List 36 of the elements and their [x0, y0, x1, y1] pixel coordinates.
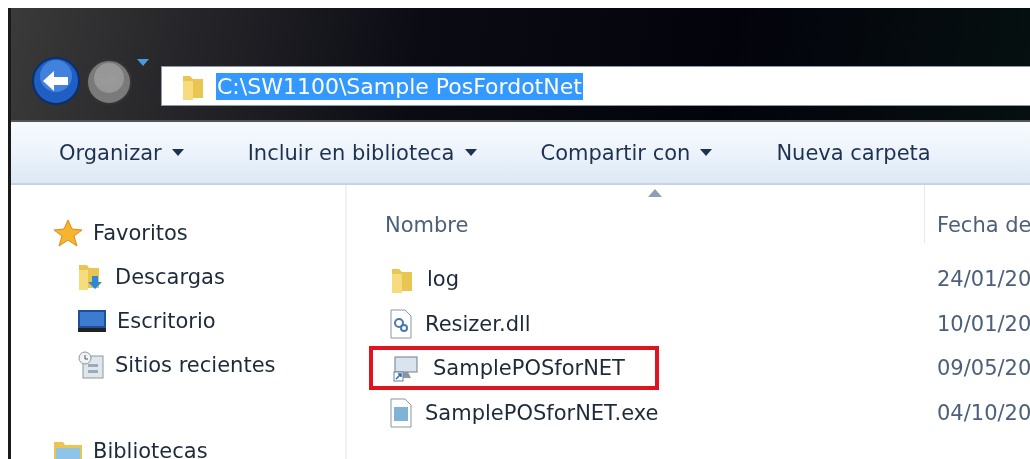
- sidebar-item[interactable]: Descargas: [53, 255, 345, 299]
- history-dropdown-button[interactable]: [137, 58, 149, 66]
- toolbar-button[interactable]: Incluir en biblioteca: [235, 134, 489, 171]
- toolbar-button[interactable]: Nueva carpeta: [764, 134, 943, 171]
- star-icon: [53, 219, 83, 247]
- library-folder-icon: [53, 440, 83, 459]
- column-header[interactable]: Fecha de: [925, 185, 1030, 243]
- sidebar-group[interactable]: Bibliotecas: [53, 429, 345, 459]
- toolbar-button[interactable]: Compartir con: [528, 134, 725, 171]
- desktop-icon: [77, 308, 107, 334]
- sort-arrow-icon: [647, 189, 662, 197]
- address-path: C:\SW1100\Sample PosFordotNet: [216, 72, 583, 100]
- folder-download-icon: [77, 262, 105, 292]
- forward-button[interactable]: [85, 58, 133, 106]
- dropdown-caret-icon: [171, 149, 184, 156]
- highlight-frame[interactable]: SamplePOSforNET: [369, 346, 659, 391]
- toolbar-button[interactable]: Organizar: [47, 134, 196, 171]
- date-cell-text: 04/10/20: [936, 400, 1030, 425]
- dropdown-caret-icon: [700, 149, 713, 156]
- file-name-cell[interactable]: Resizer.dll: [347, 301, 925, 346]
- sidebar-item[interactable]: Sitios recientes: [53, 343, 345, 387]
- sidebar-item[interactable]: Escritorio: [53, 299, 345, 343]
- column-header[interactable]: Nombre: [347, 185, 925, 243]
- file-name-cell[interactable]: log: [347, 257, 925, 302]
- back-button[interactable]: [31, 56, 81, 106]
- recent-places-icon: [77, 350, 105, 380]
- sidebar-group[interactable]: Favoritos: [53, 211, 345, 255]
- date-cell-text: 24/01/20: [936, 267, 1030, 292]
- file-name-cell[interactable]: SamplePOSforNET.exe: [347, 390, 925, 435]
- monitor-shortcut-icon: [393, 354, 421, 383]
- dll-file-icon: [389, 308, 413, 339]
- dropdown-caret-icon: [464, 149, 477, 156]
- date-cell-text: 10/01/20: [936, 311, 1030, 336]
- date-cell-text: 09/05/20: [936, 356, 1030, 381]
- exe-file-icon: [389, 397, 413, 428]
- file-name: SamplePOSforNET: [433, 356, 625, 381]
